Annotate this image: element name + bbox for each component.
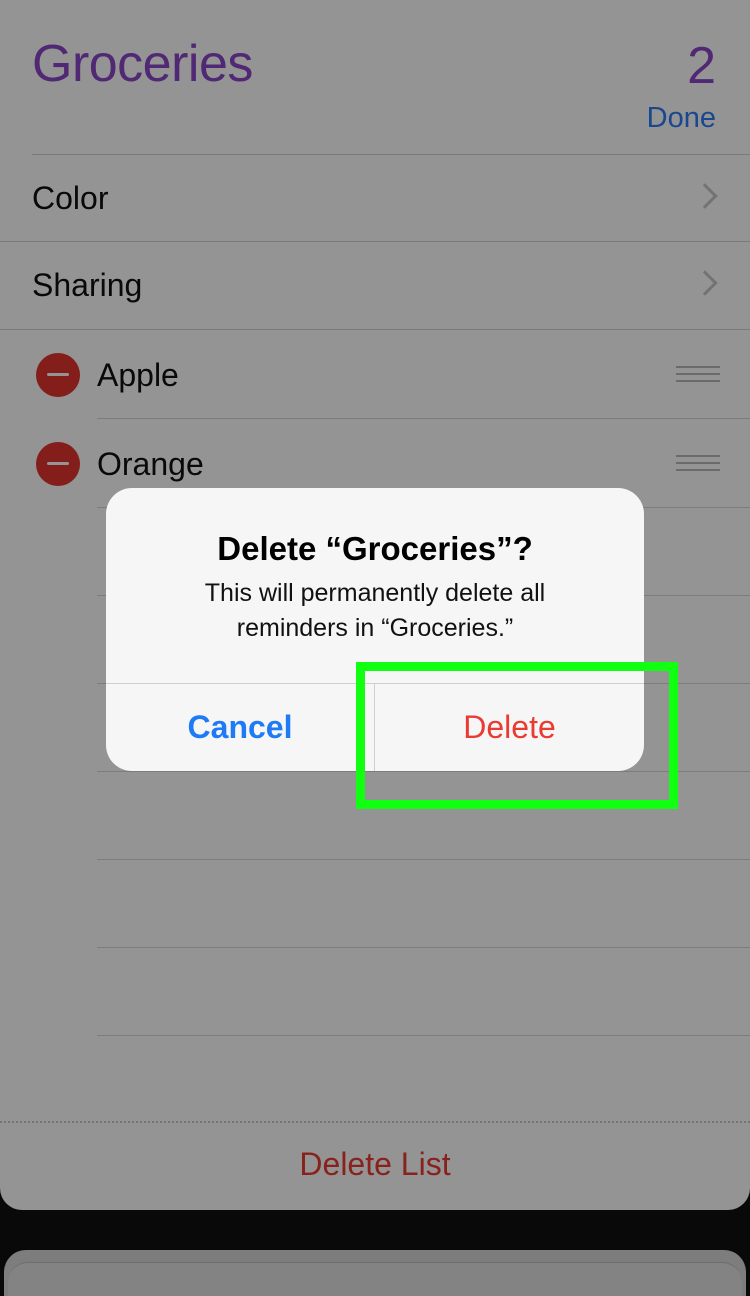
delete-highlight-box <box>356 662 678 809</box>
cancel-button[interactable]: Cancel <box>106 684 374 771</box>
alert-message: This will permanently delete all reminde… <box>204 579 546 642</box>
alert-title: Delete “Groceries”? <box>217 530 533 567</box>
